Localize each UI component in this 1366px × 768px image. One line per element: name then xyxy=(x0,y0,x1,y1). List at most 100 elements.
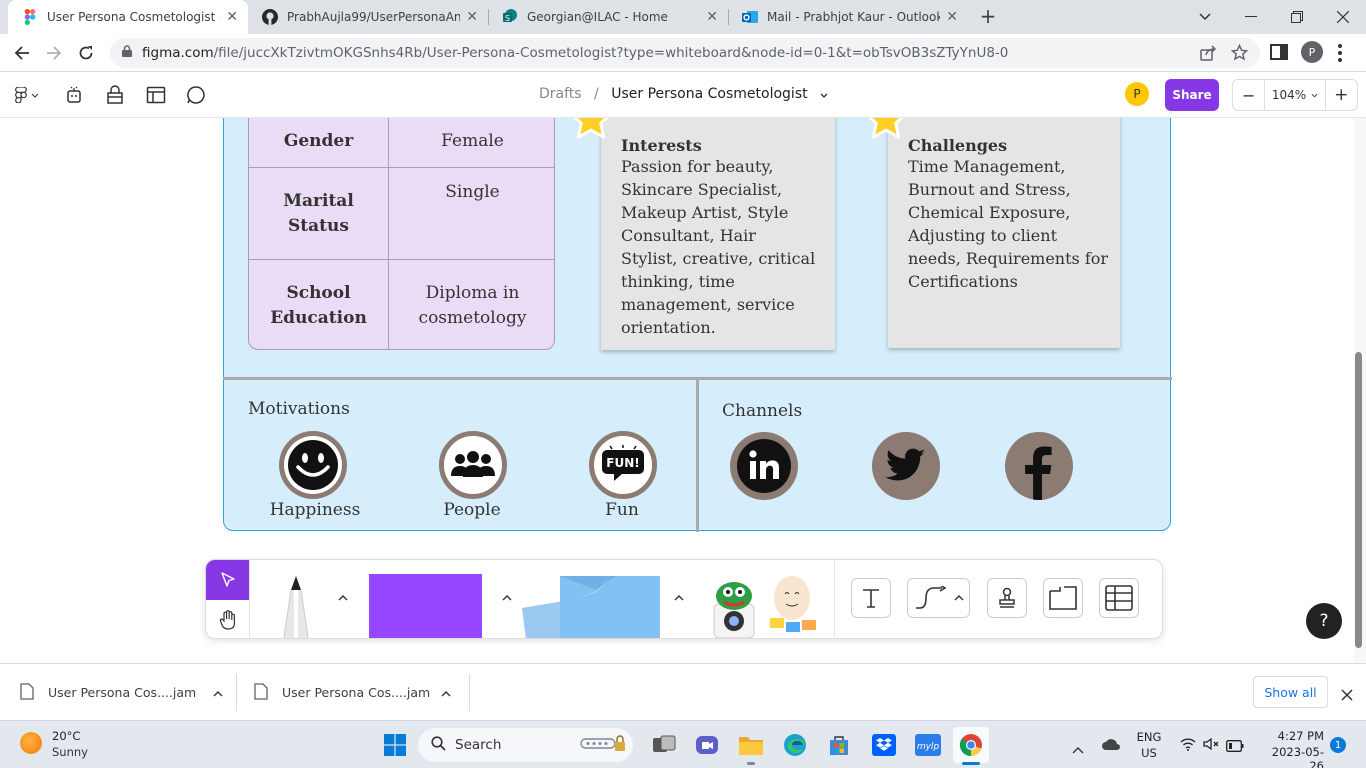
back-icon[interactable] xyxy=(10,42,34,64)
connector-tool-icon[interactable] xyxy=(907,578,970,618)
file-explorer-icon[interactable] xyxy=(733,727,769,763)
persona-info-table[interactable]: Gender Female Marital Status Single Scho… xyxy=(248,118,555,350)
share-button[interactable]: Share xyxy=(1165,79,1219,111)
stamp-tool-icon[interactable] xyxy=(987,578,1027,618)
fun-icon[interactable]: FUN! xyxy=(589,431,657,499)
templates-icon[interactable] xyxy=(102,82,128,108)
search-icon xyxy=(431,735,446,755)
scrollbar-thumb[interactable] xyxy=(1355,352,1362,648)
show-all-downloads-button[interactable]: Show all xyxy=(1253,676,1328,708)
breadcrumb-drafts[interactable]: Drafts xyxy=(539,86,582,102)
table-tool-icon[interactable] xyxy=(1099,578,1139,618)
language-eng[interactable]: ENG xyxy=(1136,730,1162,744)
tab-sharepoint[interactable]: S Georgian@ILAC - Home ✕ xyxy=(488,0,728,34)
chevron-up-icon[interactable] xyxy=(213,685,223,700)
volume-muted-icon[interactable] xyxy=(1203,736,1219,755)
close-downloads-icon[interactable] xyxy=(1341,686,1353,705)
minimize-button[interactable] xyxy=(1228,0,1274,34)
weather-temp[interactable]: 20°C xyxy=(52,729,80,743)
windows-start-icon[interactable] xyxy=(377,727,413,763)
ai-actions-icon[interactable] xyxy=(61,82,87,108)
text-tool-icon[interactable] xyxy=(851,578,891,618)
reload-icon[interactable] xyxy=(74,42,98,64)
figjam-canvas[interactable]: Gender Female Marital Status Single Scho… xyxy=(0,118,1354,663)
star-sticker-icon[interactable] xyxy=(863,118,909,142)
close-tab-icon[interactable]: ✕ xyxy=(466,9,478,25)
star-sticker-icon[interactable] xyxy=(568,118,614,142)
help-button[interactable]: ? xyxy=(1306,603,1342,639)
file-name[interactable]: User Persona Cosmetologist xyxy=(611,86,807,102)
microsoft-store-icon[interactable] xyxy=(821,727,857,763)
people-icon[interactable] xyxy=(439,431,507,499)
close-window-button[interactable] xyxy=(1320,0,1366,34)
marker-tool-icon[interactable] xyxy=(274,574,318,638)
chevron-up-icon[interactable] xyxy=(441,685,451,700)
tab-search-chevron-icon[interactable] xyxy=(1182,0,1228,34)
user-avatar[interactable]: P xyxy=(1125,82,1149,106)
chevron-up-icon[interactable] xyxy=(502,590,512,604)
stickers-stamps-icon[interactable] xyxy=(710,574,820,638)
close-tab-icon[interactable]: ✕ xyxy=(226,9,238,25)
browser-menu-icon[interactable] xyxy=(1334,42,1346,64)
close-tab-icon[interactable]: ✕ xyxy=(946,9,958,25)
chevron-up-icon[interactable] xyxy=(338,590,348,604)
mylp-app-icon[interactable]: mylp xyxy=(910,727,946,763)
clock-date[interactable]: 2023-05-26 xyxy=(1258,745,1324,768)
wifi-icon[interactable] xyxy=(1180,736,1196,755)
table-label: Gender xyxy=(283,130,354,151)
dropbox-icon[interactable] xyxy=(866,727,902,763)
twitter-icon[interactable] xyxy=(872,432,940,500)
tab-outlook[interactable]: Mail - Prabhjot Kaur - Outlook ✕ xyxy=(728,0,968,34)
taskbar-search-box[interactable]: Search xyxy=(418,728,633,762)
forward-icon[interactable] xyxy=(42,42,66,64)
zoom-out-button[interactable]: − xyxy=(1233,80,1264,110)
file-icon xyxy=(20,682,34,703)
onedrive-cloud-icon[interactable] xyxy=(1101,736,1121,755)
hand-tool-icon[interactable] xyxy=(206,600,249,638)
profile-avatar[interactable]: P xyxy=(1301,41,1323,63)
tab-figma[interactable]: User Persona Cosmetologist – Fig ✕ xyxy=(8,0,248,34)
sticky-note-tool-icon[interactable] xyxy=(516,574,664,638)
weather-desc[interactable]: Sunny xyxy=(52,745,88,759)
download-item[interactable]: User Persona Cos....jam xyxy=(20,664,235,721)
lock-icon[interactable] xyxy=(122,45,132,61)
restore-button[interactable] xyxy=(1274,0,1320,34)
tab-github[interactable]: PrabhAujla99/UserPersonaAndW ✕ xyxy=(248,0,488,34)
teams-chat-icon[interactable] xyxy=(689,727,725,763)
figma-main-menu[interactable] xyxy=(10,82,44,108)
section-icon[interactable] xyxy=(143,82,169,108)
battery-icon[interactable] xyxy=(1226,737,1244,756)
linkedin-icon[interactable] xyxy=(730,432,798,500)
chevron-down-icon[interactable] xyxy=(820,86,828,102)
clock-time[interactable]: 4:27 PM xyxy=(1258,729,1324,743)
address-bar[interactable]: figma.com/file/juccXkTzivtmOKGSnhs4Rb/Us… xyxy=(110,38,1260,68)
happiness-icon[interactable] xyxy=(279,431,347,499)
challenges-sticky-note[interactable]: Challenges Time Management, Burnout and … xyxy=(888,118,1120,348)
chrome-icon[interactable] xyxy=(953,727,989,763)
tab-title: Georgian@ILAC - Home xyxy=(527,10,668,24)
close-tab-icon[interactable]: ✕ xyxy=(706,9,718,25)
chevron-up-icon[interactable] xyxy=(674,590,684,604)
bookmark-star-icon[interactable] xyxy=(1230,43,1249,65)
chevron-up-icon[interactable] xyxy=(1072,739,1084,758)
task-view-icon[interactable] xyxy=(646,727,682,763)
zoom-in-button[interactable]: + xyxy=(1326,80,1357,110)
downloads-bar: User Persona Cos....jam User Persona Cos… xyxy=(0,663,1366,720)
challenges-body: Time Management, Burnout and Stress, Che… xyxy=(908,157,1109,291)
new-tab-button[interactable]: + xyxy=(976,4,1000,28)
edge-icon[interactable] xyxy=(777,727,813,763)
shape-tool-swatch[interactable] xyxy=(369,574,482,638)
notification-badge[interactable]: 1 xyxy=(1330,737,1346,753)
section-tool-icon[interactable] xyxy=(1043,578,1083,618)
download-item[interactable]: User Persona Cos....jam xyxy=(254,664,469,721)
weather-sun-icon[interactable] xyxy=(20,732,42,754)
comment-icon[interactable] xyxy=(183,82,209,108)
interests-sticky-note[interactable]: Interests Passion for beauty, Skincare S… xyxy=(601,118,835,350)
facebook-icon[interactable] xyxy=(1005,432,1073,500)
download-filename: User Persona Cos....jam xyxy=(282,685,431,700)
side-panel-icon[interactable] xyxy=(1270,44,1288,64)
move-tool-icon[interactable] xyxy=(206,560,249,600)
share-page-icon[interactable] xyxy=(1200,45,1217,65)
language-us[interactable]: US xyxy=(1136,746,1162,760)
zoom-level[interactable]: 104% xyxy=(1265,80,1324,110)
